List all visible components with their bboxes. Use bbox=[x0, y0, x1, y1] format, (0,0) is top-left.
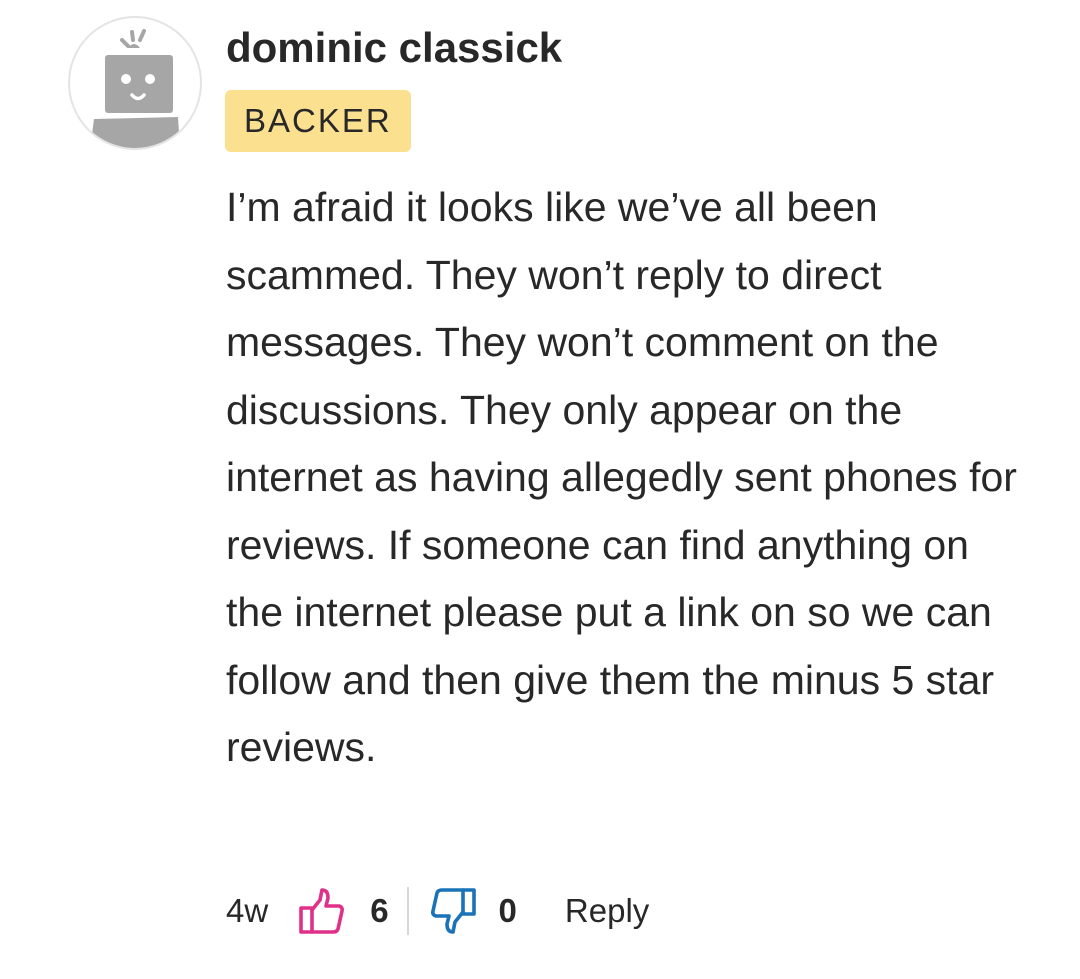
comment-timestamp: 4w bbox=[226, 892, 269, 929]
robot-avatar-icon bbox=[90, 29, 180, 148]
comment-footer: 4w 6 0 Reply bbox=[226, 880, 649, 942]
comment-body: I’m afraid it looks like we’ve all been … bbox=[226, 184, 1017, 770]
backer-badge: BACKER bbox=[225, 90, 411, 152]
vote-divider bbox=[406, 887, 409, 935]
thumbs-down-icon[interactable] bbox=[429, 886, 477, 936]
dislike-count: 0 bbox=[498, 892, 517, 929]
thumbs-up-icon[interactable] bbox=[298, 886, 346, 936]
avatar[interactable] bbox=[68, 16, 202, 150]
like-count: 6 bbox=[370, 892, 389, 929]
author-name[interactable]: dominic classick bbox=[226, 24, 562, 72]
comment: dominic classick BACKER I’m afraid it lo… bbox=[0, 0, 1080, 979]
reply-button[interactable]: Reply bbox=[565, 892, 649, 930]
